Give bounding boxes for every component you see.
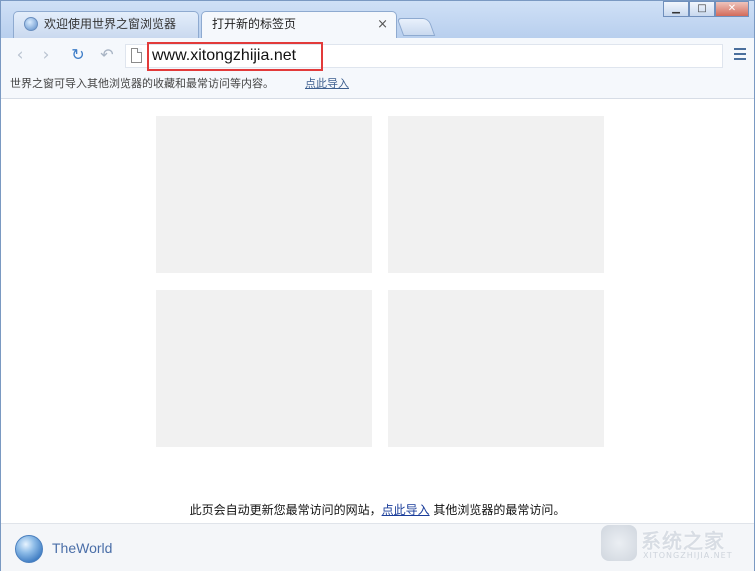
address-bar[interactable]: www.xitongzhijia.net [125, 42, 723, 71]
watermark-subtext: XITONGZHIJIA.NET [643, 551, 733, 560]
close-window-button[interactable]: ✕ [715, 1, 749, 17]
back-icon[interactable]: ‹ [11, 46, 29, 64]
brand-name: TheWorld [52, 540, 113, 556]
footnote-import-link[interactable]: 点此导入 [382, 503, 430, 517]
undo-icon[interactable]: ↶ [98, 46, 116, 64]
most-visited-tile[interactable] [156, 290, 372, 447]
refresh-icon[interactable]: ↻ [69, 46, 87, 64]
watermark-text: 系统之家 [641, 529, 725, 553]
tab-new-tab[interactable]: 打开新的标签页 × [201, 11, 397, 39]
browser-window: 欢迎使用世界之窗浏览器 打开新的标签页 × ▁ □ ✕ ‹ › ↻ ↶ www.… [0, 0, 755, 571]
theworld-logo-icon [15, 535, 43, 563]
most-visited-tile[interactable] [156, 116, 372, 273]
watermark-logo-icon [601, 525, 637, 561]
new-tab-button[interactable] [396, 18, 436, 36]
watermark: 系统之家 XITONGZHIJIA.NET [601, 521, 751, 569]
navigation-toolbar: ‹ › ↻ ↶ www.xitongzhijia.net [1, 38, 754, 72]
tab-label: 打开新的标签页 [212, 17, 297, 31]
infobar-message: 世界之窗可导入其他浏览器的收藏和最常访问等内容。 [10, 77, 274, 90]
menu-icon[interactable] [734, 48, 746, 60]
footnote: 此页会自动更新您最常访问的网站，点此导入 其他浏览器的最常访问。 [1, 501, 754, 519]
most-visited-tile[interactable] [388, 116, 604, 273]
page-icon [131, 48, 142, 63]
infobar-import-link[interactable]: 点此导入 [305, 72, 349, 96]
maximize-button[interactable]: □ [689, 1, 715, 17]
footnote-text-after: 其他浏览器的最常访问。 [429, 503, 566, 517]
most-visited-tile[interactable] [388, 290, 604, 447]
minimize-button[interactable]: ▁ [663, 1, 689, 17]
tab-label: 欢迎使用世界之窗浏览器 [44, 17, 177, 31]
forward-icon[interactable]: › [37, 46, 55, 64]
globe-icon [24, 17, 38, 31]
url-highlight-box [147, 42, 323, 71]
tab-close-icon[interactable]: × [377, 12, 388, 37]
footnote-text: 此页会自动更新您最常访问的网站， [189, 503, 382, 517]
tab-strip: 欢迎使用世界之窗浏览器 打开新的标签页 × ▁ □ ✕ [1, 1, 754, 39]
tab-welcome[interactable]: 欢迎使用世界之窗浏览器 [13, 11, 199, 38]
import-infobar: 世界之窗可导入其他浏览器的收藏和最常访问等内容。 点此导入 [1, 72, 754, 99]
